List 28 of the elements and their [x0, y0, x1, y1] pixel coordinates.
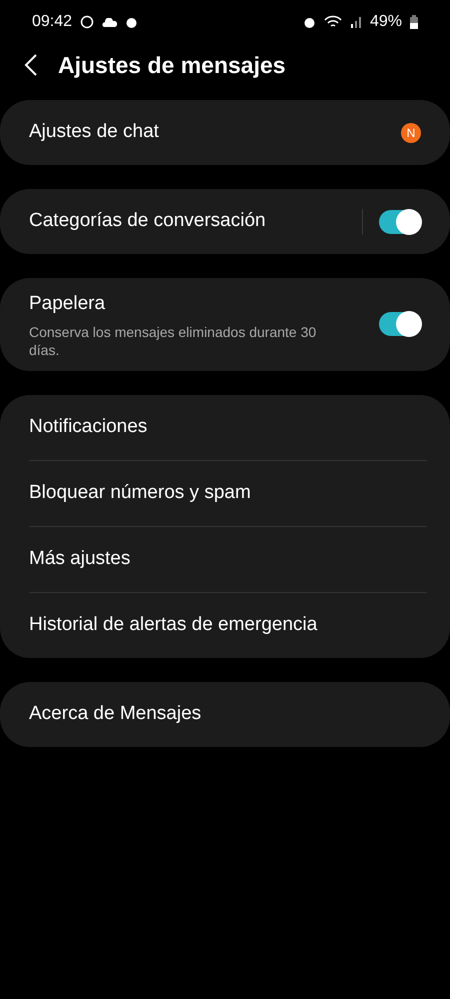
wifi-icon	[324, 15, 342, 29]
cloud-icon	[102, 18, 118, 26]
settings-row[interactable]: Más ajustes	[0, 526, 450, 592]
settings-row[interactable]: Ajustes de chat N	[0, 100, 450, 165]
signal-icon	[350, 16, 362, 28]
row-label: Categorías de conversación	[29, 209, 267, 234]
row-label: Historial de alertas de emergencia	[29, 612, 318, 637]
status-time: 09:42	[32, 12, 72, 32]
page-title: Ajustes de mensajes	[58, 50, 286, 80]
settings-row[interactable]: Notificaciones	[0, 394, 450, 460]
settings-row[interactable]: Categorías de conversación	[0, 189, 450, 254]
settings-row[interactable]: Bloquear números y spam	[0, 460, 450, 526]
row-label: Ajustes de chat	[29, 120, 160, 144]
battery-icon	[410, 15, 418, 29]
row-label: Más ajustes	[29, 546, 132, 571]
toggle-switch[interactable]	[379, 312, 421, 336]
row-label: Papelera	[29, 292, 106, 316]
row-label: Acerca de Mensajes	[29, 702, 202, 726]
back-icon[interactable]	[24, 53, 38, 77]
new-badge: N	[401, 122, 421, 142]
row-label: Bloquear números y spam	[29, 480, 252, 505]
settings-row[interactable]: Acerca de Mensajes	[0, 682, 450, 746]
row-label: Notificaciones	[29, 414, 148, 439]
toggle-switch[interactable]	[379, 210, 421, 234]
settings-row[interactable]: Historial de alertas de emergencia	[0, 592, 450, 658]
battery-percent: 49%	[370, 12, 402, 32]
row-subtitle: Conserva los mensajes eliminados durante 30 días.	[29, 322, 318, 358]
settings-row[interactable]: Papelera Conserva los mensajes eliminados durante 30 días.	[0, 278, 450, 370]
